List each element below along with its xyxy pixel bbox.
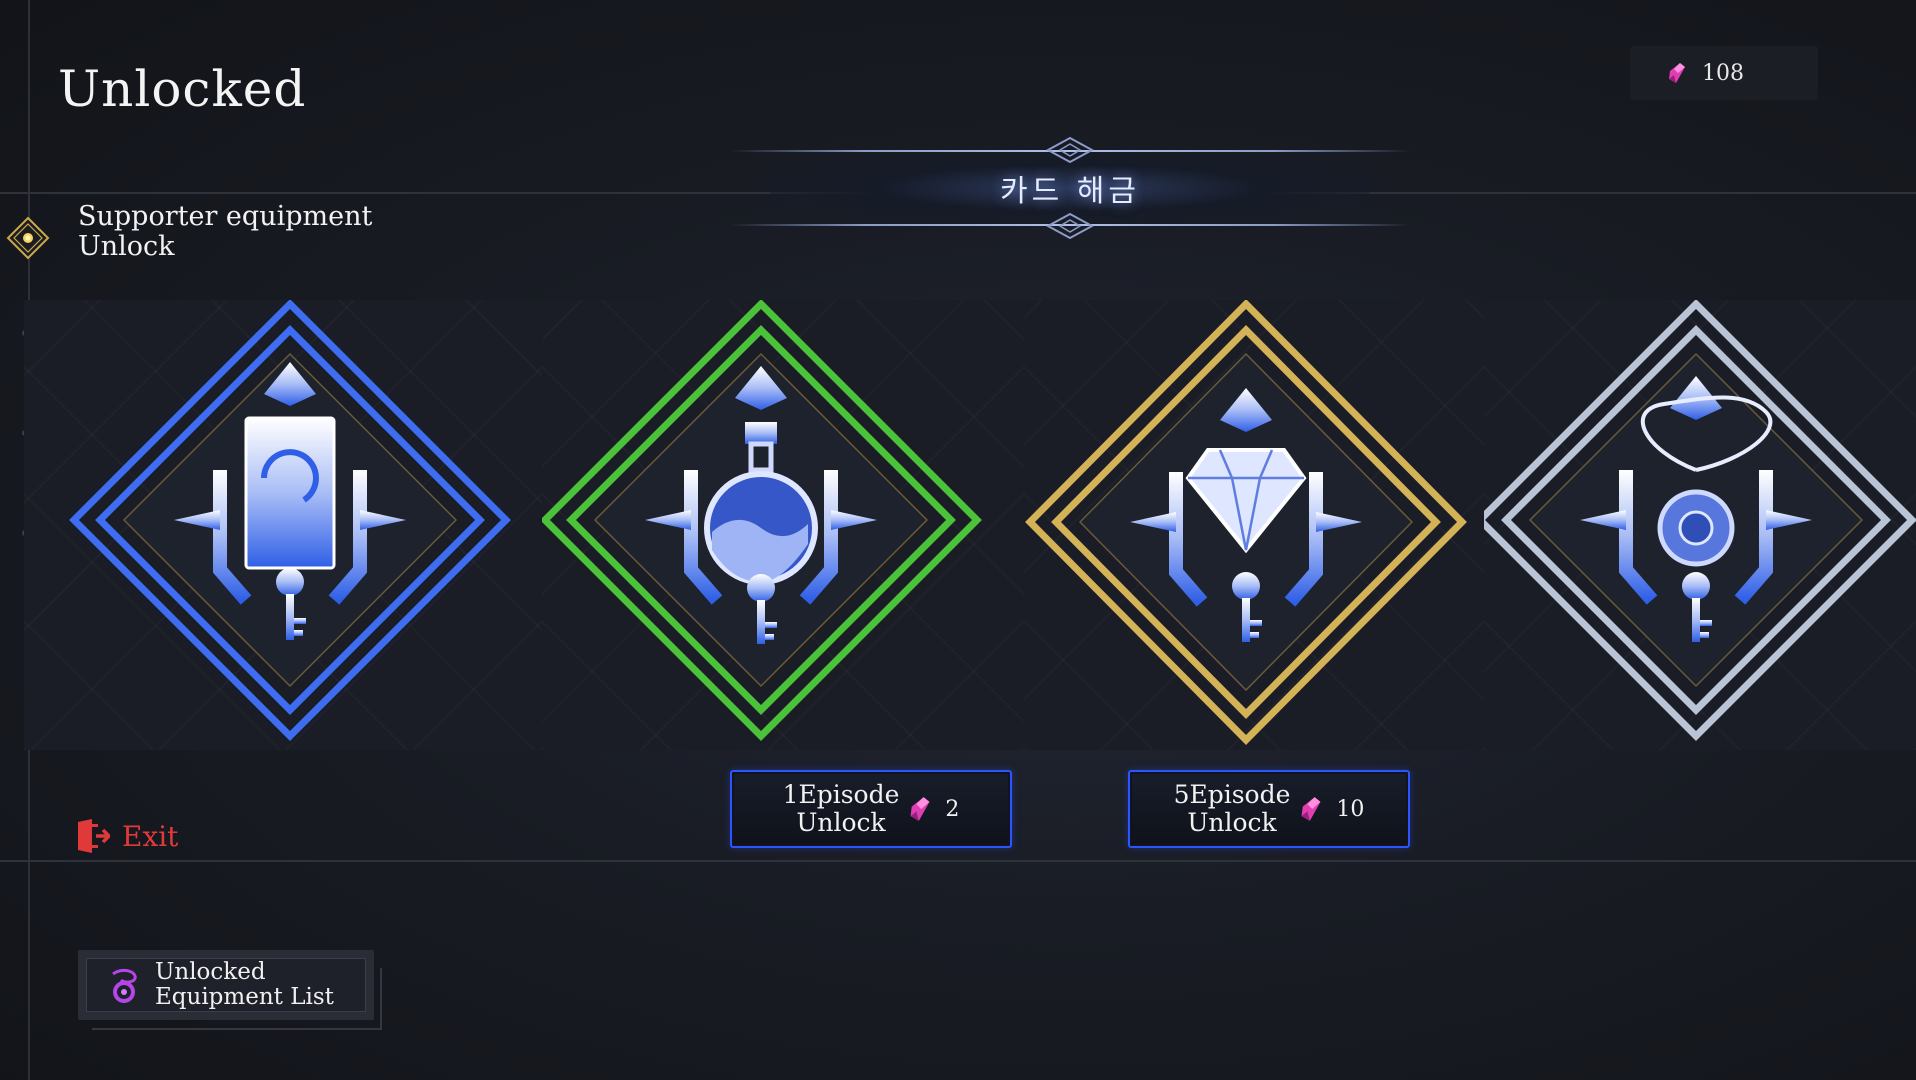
card-frame xyxy=(1025,300,1467,745)
pink-crystal-icon xyxy=(1669,63,1685,83)
unlock-cost: 2 xyxy=(945,796,960,822)
currency-panel: 108 xyxy=(1630,46,1818,100)
card-frame xyxy=(542,300,982,741)
card-frame xyxy=(1484,300,1916,741)
equipment-list-inner: Unlocked Equipment List xyxy=(86,958,366,1012)
card-row xyxy=(0,300,1916,750)
unlock-button-episode-5[interactable]: 5Episode Unlock 10 xyxy=(1128,770,1410,848)
equipment-list-button[interactable]: Unlocked Equipment List xyxy=(78,950,374,1020)
frame-line-bottom xyxy=(0,860,1916,862)
section-label-line2: Unlock xyxy=(78,231,175,262)
unlock-button-episode-1[interactable]: 1Episode Unlock 2 xyxy=(730,770,1012,848)
equipment-list-line2: Equipment List xyxy=(155,984,334,1010)
banner-ornament-bottom xyxy=(1045,212,1095,240)
unlock-episode-text: 1Episode xyxy=(782,780,900,809)
equipment-card-card[interactable] xyxy=(24,300,542,750)
banner-title: 카드 해금 xyxy=(1000,174,1140,209)
exit-button[interactable]: Exit xyxy=(76,816,178,856)
pink-crystal-icon xyxy=(910,797,930,821)
unlock-text: Unlock xyxy=(796,808,886,837)
exit-door-icon xyxy=(78,819,110,853)
unlock-button-label: 1Episode Unlock xyxy=(783,781,900,837)
card-frame xyxy=(69,300,511,741)
game-screen: Unlocked 108 카드 해금 Supporter equipment U… xyxy=(0,0,1916,1080)
section-label-line1: Supporter equipment xyxy=(78,201,373,232)
gold-diamond-lantern-icon xyxy=(6,216,50,260)
currency-amount: 108 xyxy=(1702,60,1744,86)
banner-ornament-top xyxy=(1045,136,1095,164)
banner: 카드 해금 xyxy=(730,136,1410,240)
page-title: Unlocked xyxy=(58,60,307,118)
exit-label: Exit xyxy=(122,819,179,853)
unlock-episode-text: 5Episode xyxy=(1173,780,1291,809)
pink-crystal-icon xyxy=(1301,797,1321,821)
unlock-text: Unlock xyxy=(1187,808,1277,837)
section-label: Supporter equipment Unlock xyxy=(78,202,372,262)
purple-ring-icon xyxy=(112,968,137,1003)
unlock-cost: 10 xyxy=(1336,796,1365,822)
equipment-card-diamond[interactable] xyxy=(1024,300,1484,750)
equipment-card-potion[interactable] xyxy=(542,300,1024,750)
equipment-card-pendant[interactable] xyxy=(1484,300,1916,750)
unlock-button-label: 5Episode Unlock xyxy=(1174,781,1291,837)
equipment-list-line1: Unlocked xyxy=(155,959,266,985)
equipment-list-label: Unlocked Equipment List xyxy=(155,960,334,1010)
